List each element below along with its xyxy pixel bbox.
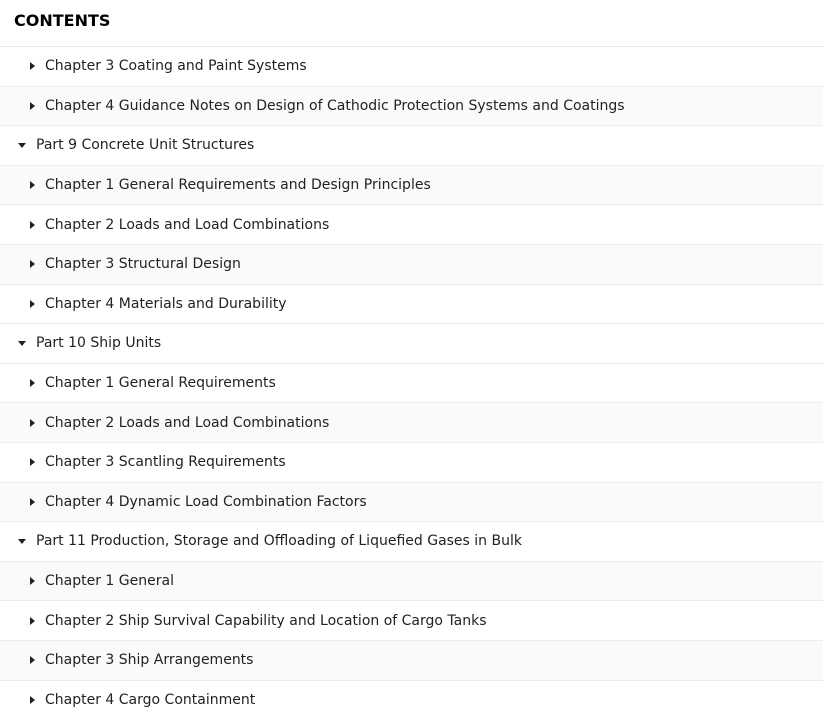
toc-chapter-item[interactable]: Chapter 4 Cargo Containment: [0, 680, 823, 717]
caret-down-icon[interactable]: [18, 538, 26, 544]
toc-chapter-label: Chapter 3 Scantling Requirements: [45, 454, 286, 471]
toc-chapter-label: Chapter 2 Loads and Load Combinations: [45, 414, 330, 431]
toc-chapter-label: Chapter 1 General Requirements: [45, 375, 276, 392]
toc-chapter-item[interactable]: Chapter 2 Loads and Load Combinations: [0, 403, 823, 443]
toc-part-label: Part 9 Concrete Unit Structures: [36, 137, 255, 154]
toc-chapter-item[interactable]: Chapter 2 Ship Survival Capability and L…: [0, 601, 823, 641]
toc-chapter-item[interactable]: Chapter 3 Ship Arrangements: [0, 640, 823, 681]
toc-chapter-label: Chapter 1 General: [45, 573, 174, 590]
caret-right-icon[interactable]: [30, 458, 35, 467]
toc-chapter-label: Chapter 2 Ship Survival Capability and L…: [45, 612, 487, 629]
toc-list: Chapter 3 Coating and Paint Systems Chapt…: [0, 47, 823, 717]
toc-chapter-item[interactable]: Chapter 4 Guidance Notes on Design of Ca…: [0, 86, 823, 127]
caret-right-icon[interactable]: [30, 577, 35, 586]
caret-right-icon[interactable]: [30, 299, 35, 308]
toc-chapter-label: Chapter 4 Materials and Durability: [45, 295, 287, 312]
toc-chapter-item[interactable]: Chapter 1 General Requirements: [0, 363, 823, 404]
caret-right-icon[interactable]: [30, 220, 35, 229]
toc-part-label: Part 10 Ship Units: [36, 335, 162, 352]
toc-chapter-item[interactable]: Chapter 4 Materials and Durability: [0, 284, 823, 325]
caret-right-icon[interactable]: [30, 418, 35, 427]
toc-chapter-item[interactable]: Chapter 3 Scantling Requirements: [0, 442, 823, 483]
toc-chapter-label: Chapter 4 Guidance Notes on Design of Ca…: [45, 97, 625, 114]
caret-right-icon[interactable]: [30, 379, 35, 388]
toc-chapter-item[interactable]: Chapter 3 Structural Design: [0, 244, 823, 285]
caret-right-icon[interactable]: [30, 181, 35, 190]
caret-down-icon[interactable]: [18, 340, 26, 346]
caret-right-icon[interactable]: [30, 497, 35, 506]
caret-right-icon[interactable]: [30, 62, 35, 71]
toc-chapter-label: Chapter 3 Structural Design: [45, 256, 241, 273]
caret-right-icon[interactable]: [30, 656, 35, 665]
toc-chapter-label: Chapter 4 Cargo Containment: [45, 691, 256, 708]
toc-part-item[interactable]: Part 10 Ship Units: [0, 324, 823, 364]
contents-heading: CONTENTS: [0, 0, 823, 47]
caret-right-icon[interactable]: [30, 260, 35, 269]
toc-chapter-label: Chapter 1 General Requirements and Desig…: [45, 177, 431, 194]
toc-chapter-item[interactable]: Chapter 1 General Requirements and Desig…: [0, 165, 823, 206]
caret-right-icon[interactable]: [30, 616, 35, 625]
toc-part-item[interactable]: Part 9 Concrete Unit Structures: [0, 126, 823, 166]
caret-right-icon[interactable]: [30, 101, 35, 110]
caret-right-icon[interactable]: [30, 695, 35, 704]
toc-part-label: Part 11 Production, Storage and Offloadi…: [36, 533, 522, 550]
toc-chapter-label: Chapter 2 Loads and Load Combinations: [45, 216, 330, 233]
caret-down-icon[interactable]: [18, 142, 26, 148]
toc-chapter-label: Chapter 4 Dynamic Load Combination Facto…: [45, 493, 367, 510]
toc-chapter-item[interactable]: Chapter 1 General: [0, 561, 823, 602]
toc-chapter-item[interactable]: Chapter 4 Dynamic Load Combination Facto…: [0, 482, 823, 523]
toc-chapter-label: Chapter 3 Ship Arrangements: [45, 652, 254, 669]
toc-part-item[interactable]: Part 11 Production, Storage and Offloadi…: [0, 522, 823, 562]
toc-chapter-item[interactable]: Chapter 2 Loads and Load Combinations: [0, 205, 823, 245]
toc-chapter-label: Chapter 3 Coating and Paint Systems: [45, 58, 307, 75]
toc-chapter-item[interactable]: Chapter 3 Coating and Paint Systems: [0, 47, 823, 87]
